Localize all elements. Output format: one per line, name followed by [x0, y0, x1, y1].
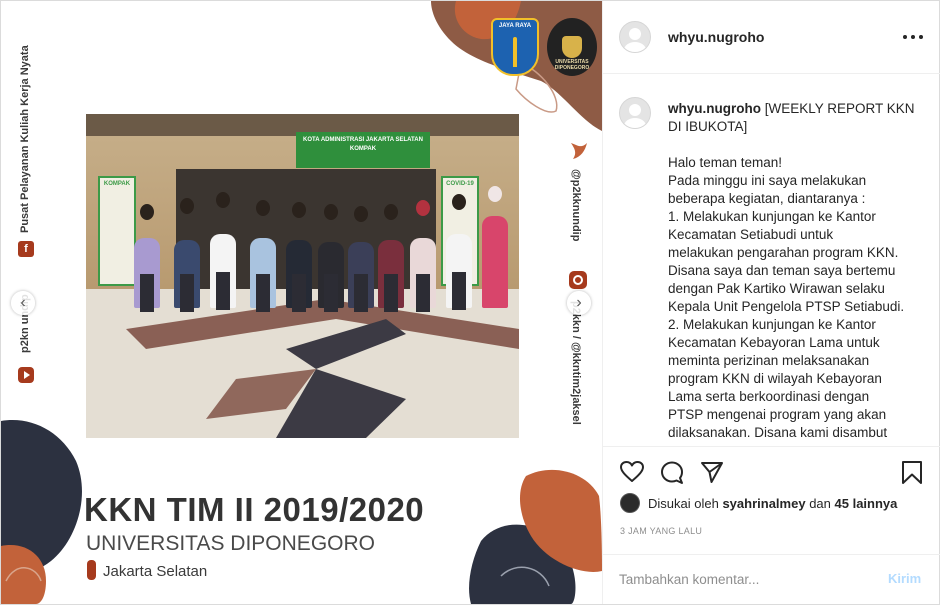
caption-line: PTSP mengenai program yang akan — [668, 407, 887, 422]
undip-logo: UNIVERSITAS DIPONEGORO — [547, 18, 597, 76]
caption-line: meminta perizinan melaksanakan — [668, 353, 870, 368]
liker-avatar[interactable] — [620, 493, 640, 513]
username-link[interactable]: whyu.nugroho — [668, 29, 764, 45]
person-head — [354, 206, 368, 222]
caption-line: Lama serta berkoordinasi dengan — [668, 389, 870, 404]
monas-emblem — [513, 37, 517, 67]
group-photo: KOTA ADMINISTRASI JAKARTA SELATAN KOMPAK… — [86, 114, 519, 438]
dot — [911, 35, 915, 39]
person-head — [384, 204, 398, 220]
mascot-head — [488, 186, 502, 202]
person-legs — [216, 272, 230, 310]
caption-text: whyu.nugroho [WEEKLY REPORT KKN DI IBUKO… — [668, 100, 930, 442]
bookmark-icon[interactable] — [899, 459, 925, 485]
person-legs — [384, 274, 398, 312]
person-head — [416, 200, 430, 216]
person-legs — [324, 274, 338, 312]
next-image-button[interactable]: › — [567, 291, 591, 315]
person-head — [216, 192, 230, 208]
instagram-icon — [569, 271, 587, 289]
dot — [919, 35, 923, 39]
post-image[interactable]: Pusat Pelayanan Kuliah Kerja Nyata f p2k… — [1, 1, 602, 604]
caption-line: dengan Pak Kartiko Wirawan selaku — [668, 281, 885, 296]
caption-username-link[interactable]: whyu.nugroho — [668, 101, 761, 116]
side-right-handle-1: @p2kknundip — [570, 169, 582, 242]
bird-logo-icon — [569, 139, 589, 161]
previous-image-button[interactable]: ‹ — [11, 291, 35, 315]
university-name: UNIVERSITAS DIPONEGORO — [86, 532, 375, 555]
location-pin-icon — [87, 560, 96, 580]
caption-line: Kecamatan Setiabudi untuk — [668, 227, 834, 242]
person-head — [180, 198, 194, 214]
comment-icon[interactable] — [659, 459, 685, 485]
caption-line: program KKN di wilayah Kebayoran — [668, 371, 882, 386]
photo-banner-left: KOMPAK — [98, 176, 136, 286]
caption-line: 2. Melakukan kunjungan ke Kantor — [668, 317, 876, 332]
location-text: Jakarta Selatan — [103, 563, 208, 580]
person-legs — [416, 274, 430, 312]
comment-form: Kirim — [603, 554, 940, 604]
person-head — [256, 200, 270, 216]
caption-line: beberapa kegiatan, diantaranya : — [668, 191, 866, 206]
caption-avatar[interactable] — [619, 97, 651, 129]
caption-line: melakukan pengarahan program KKN. — [668, 245, 899, 260]
caption-line: Disana saya dan teman saya bertemu — [668, 263, 896, 278]
post-header: whyu.nugroho — [603, 1, 940, 74]
caption-line: Kecamatan Kebayoran Lama untuk — [668, 335, 880, 350]
dki-jakarta-logo: JAYA RAYA — [491, 18, 539, 76]
person-legs — [256, 274, 270, 312]
caption-body: Pada minggu ini saya melakukan beberapa k… — [668, 172, 930, 442]
liker-username-link[interactable]: syahrinalmey — [722, 496, 805, 511]
post-side-panel: whyu.nugroho whyu.nugroho [WEEKLY REPORT… — [602, 1, 940, 604]
caption-line: Kepala Unit Pengelola PTSP Setiabudi. — [668, 299, 905, 314]
caption-area[interactable]: whyu.nugroho [WEEKLY REPORT KKN DI IBUKO… — [603, 75, 940, 445]
person-legs — [354, 274, 368, 312]
heart-icon[interactable] — [619, 459, 645, 485]
share-icon[interactable] — [699, 459, 725, 485]
caption-line: Pada minggu ini saya melakukan — [668, 173, 867, 188]
post-comment-button[interactable]: Kirim — [888, 571, 921, 586]
likes-summary[interactable]: Disukai oleh syahrinalmey dan 45 lainnya — [620, 492, 897, 514]
photo-office-sign: KOTA ADMINISTRASI JAKARTA SELATAN KOMPAK — [296, 132, 430, 168]
side-right-handle-2: p2kkn / @kkntim2jaksel — [570, 301, 582, 425]
mascot-costume — [482, 216, 508, 308]
person-head — [292, 202, 306, 218]
caption-line: 1. Melakukan kunjungan ke Kantor — [668, 209, 876, 224]
kkn-title: KKN TIM II 2019/2020 — [84, 491, 425, 528]
caption-greeting: Halo teman teman! — [668, 155, 783, 170]
undip-emblem — [562, 36, 582, 58]
person-legs — [140, 274, 154, 312]
dot — [903, 35, 907, 39]
side-left-text: Pusat Pelayanan Kuliah Kerja Nyata — [19, 45, 31, 233]
comment-input[interactable] — [619, 569, 879, 589]
more-icon[interactable] — [903, 28, 923, 46]
person-head — [140, 204, 154, 220]
post-timestamp[interactable]: 3 JAM YANG LALU — [620, 526, 702, 536]
caption-line: dilaksanakan. Disana kami disambut — [668, 425, 888, 440]
avatar[interactable] — [619, 21, 651, 53]
facebook-icon: f — [18, 241, 34, 257]
youtube-icon — [18, 367, 34, 383]
person-legs — [180, 274, 194, 312]
likes-count-link[interactable]: 45 lainnya — [835, 496, 898, 511]
person-legs — [292, 274, 306, 312]
person-head — [324, 204, 338, 220]
person-head — [452, 194, 466, 210]
person-legs — [452, 272, 466, 310]
